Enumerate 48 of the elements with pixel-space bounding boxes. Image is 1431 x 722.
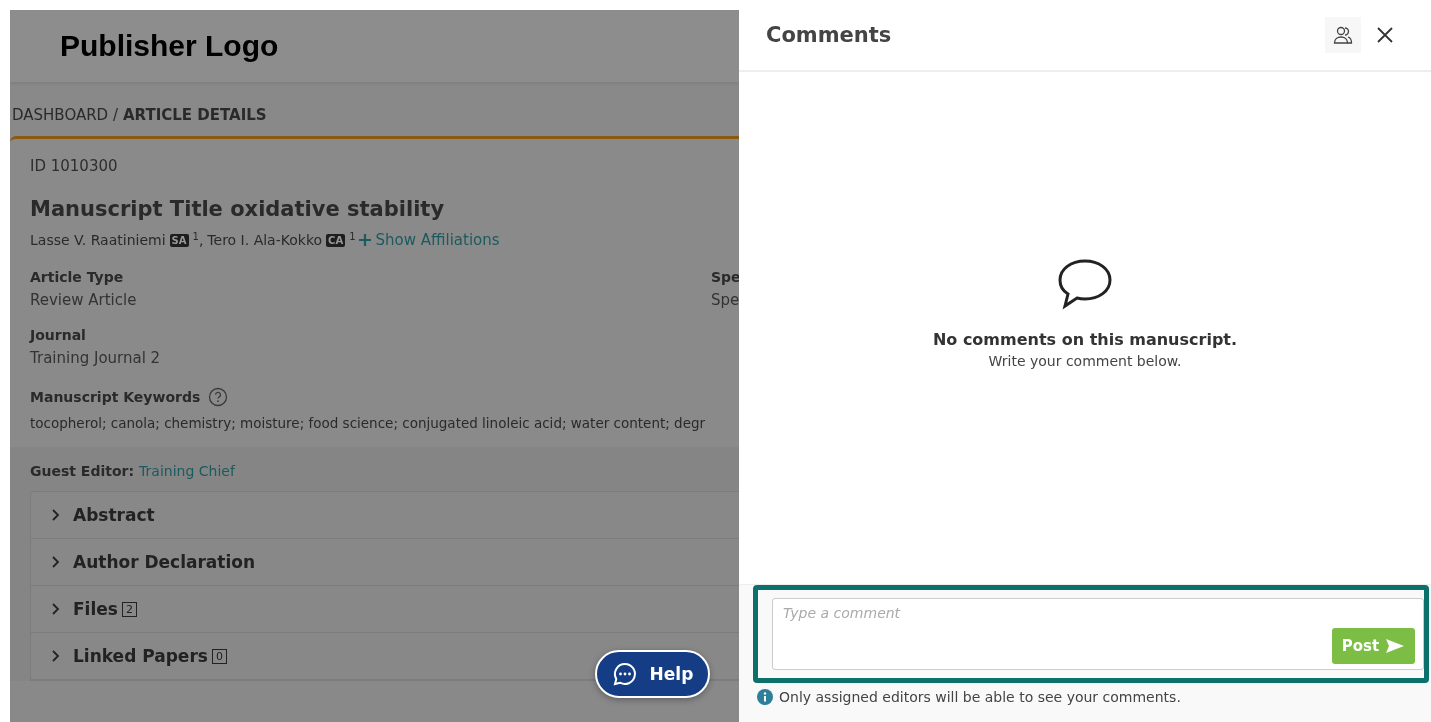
show-affiliations-link[interactable]: Show Affiliations [357,231,500,249]
keywords-text: tocopherol; canola; chemistry; moisture; food science; conjugated linoleic acid; water content; degr [30,415,707,431]
post-button[interactable]: Post [1332,628,1415,664]
section-title[interactable]: Abstract [73,505,155,525]
field-label: Spe [711,269,739,285]
breadcrumb-current: ARTICLE DETAILS [123,106,267,124]
section-title[interactable]: Author Declaration [73,552,256,572]
send-icon [1385,638,1406,654]
info-icon [757,689,773,705]
speech-bubble-icon [1056,258,1114,310]
chevron-icon[interactable] [51,602,61,616]
author-name: Lasse V. Raatiniemi [30,232,166,248]
chat-bubble-icon [611,661,638,687]
affiliation-number: 1 [349,231,356,242]
chevron-icon[interactable] [51,508,61,522]
notice-text: Only assigned editors will be able to see your comments. [779,689,1181,705]
section-title[interactable]: Linked Papers [73,646,208,666]
users-icon [1332,24,1354,46]
empty-state-title: No comments on this manuscript. [932,330,1238,349]
field-label: Article Type [30,269,125,285]
users-button[interactable] [1325,17,1361,53]
field-label: Journal [30,327,87,343]
help-button[interactable]: Help [595,650,710,698]
chevron-icon[interactable] [51,555,61,569]
count-badge: 0 [211,648,227,664]
count-badge: 2 [121,601,137,617]
field-value: Spe [711,291,739,309]
article-id: ID 1010300 [30,157,119,175]
section-title[interactable]: Files [73,599,118,619]
field-label: Manuscript Keywords [30,389,201,405]
publisher-logo: Publisher Logo [60,29,279,63]
author-name: Tero I. Ala-Kokko [207,232,323,248]
panel-title: Comments [766,23,892,47]
empty-state-hint: Write your comment below. [988,353,1182,369]
field-label: Guest Editor: [30,463,135,479]
close-icon [1376,26,1394,44]
role-tag: SA [169,233,189,247]
role-tag: CA [326,233,346,247]
author-separator: , [198,232,204,248]
plus-icon [357,233,372,247]
breadcrumb-link[interactable]: DASHBOARD / [12,106,118,124]
comment-field[interactable]: Type a comment Post [772,598,1424,670]
chevron-icon[interactable] [51,649,61,663]
field-value: Training Journal 2 [30,349,161,367]
help-icon[interactable] [208,387,229,407]
affiliation-number: 1 [192,231,199,242]
article-title: Manuscript Title oxidative stability [30,197,446,221]
field-value: Review Article [30,291,138,309]
